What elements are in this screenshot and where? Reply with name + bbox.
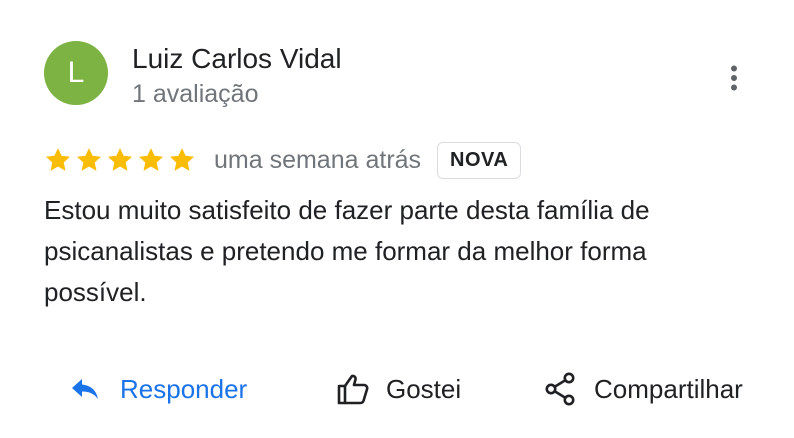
review-text: Estou muito satisfeito de fazer parte de…: [44, 195, 650, 307]
star-icon: [169, 148, 195, 171]
thumb-up-icon: [337, 374, 369, 405]
reviewer-name[interactable]: Luiz Carlos Vidal: [132, 43, 342, 75]
avatar[interactable]: L: [44, 41, 108, 105]
review-actions: Responder Gostei Compartilhar: [0, 362, 794, 416]
star-icon: [138, 148, 164, 171]
like-button[interactable]: Gostei: [336, 362, 461, 416]
more-vert-icon: [731, 65, 737, 91]
new-badge: NOVA: [437, 141, 522, 179]
reviewer-review-count[interactable]: 1 avaliação: [132, 80, 258, 109]
review-time: uma semana atrás: [214, 145, 422, 174]
star-icon: [107, 148, 133, 171]
reply-label: Responder: [120, 373, 248, 404]
star-icon: [45, 148, 71, 171]
like-label: Gostei: [386, 373, 462, 404]
reply-button[interactable]: Responder: [70, 362, 247, 416]
share-label: Compartilhar: [594, 373, 743, 404]
more-options-button[interactable]: [716, 60, 752, 96]
avatar-initial: L: [67, 56, 85, 89]
star-icon: [76, 148, 102, 171]
review-card: L Luiz Carlos Vidal 1 avaliação uma sema…: [0, 0, 794, 438]
star-rating: [44, 146, 196, 174]
share-button[interactable]: Compartilhar: [544, 362, 743, 416]
rating-row: uma semana atrás NOVA: [44, 140, 522, 180]
share-icon: [545, 372, 575, 406]
reply-icon: [72, 379, 98, 399]
